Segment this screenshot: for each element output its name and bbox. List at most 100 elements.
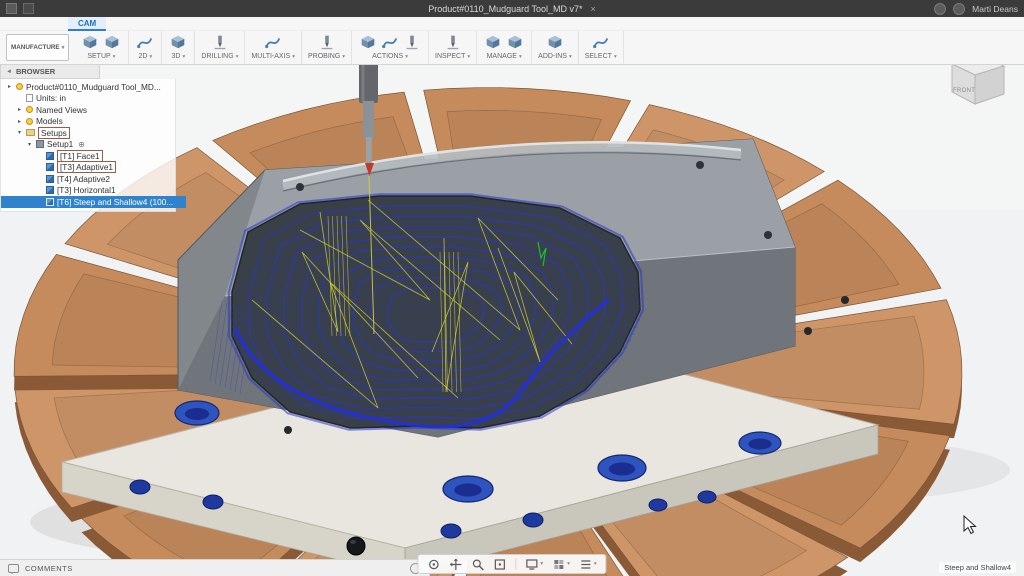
toolbar-group-actions: ACTIONS ▾ [352,31,430,64]
active-setup-icon: ⊕ [78,139,85,149]
probing-icon[interactable] [317,32,337,52]
collapse-panel-icon[interactable]: ◄ [6,69,12,75]
workspace-selector[interactable]: MANUFACTURE ▾ [6,34,70,61]
extensions-icon[interactable] [934,2,947,15]
drilling-icon[interactable] [210,32,230,52]
measure-icon[interactable] [443,32,463,52]
display-settings-icon[interactable]: ▾ [525,558,543,571]
browser-row-steep-and-shallow4[interactable]: [T6] Steep and Shallow4 (100... [1,196,186,208]
toolpath-icon [46,197,54,206]
toolbar: CAM MANUFACTURE ▾ SETUP ▾ 2D ▾ 3D ▾ DRIL… [0,17,1024,65]
toolpath-icon [46,174,54,183]
visibility-bulb-icon[interactable] [26,117,33,125]
fit-view-icon[interactable] [493,558,506,571]
collapse-icon[interactable]: ▾ [16,129,23,136]
chevron-down-icon: ▾ [112,53,116,60]
chevron-down-icon: ▾ [149,53,153,60]
browser-row-adaptive1[interactable]: [T3] Adaptive1 [1,161,175,174]
collapse-icon[interactable]: ▾ [26,141,33,148]
post-process-icon[interactable] [380,32,400,52]
toolbar-group-add-ins: ADD-INS ▾ [532,31,579,64]
chevron-down-icon: ▾ [518,53,522,60]
task-manager-icon[interactable] [505,32,525,52]
setup-icon [36,140,44,149]
document-title: Product#0110_Mudguard Tool_MD v7* [428,3,583,14]
document-tabstrip: CAM [0,17,1024,31]
orbit-icon[interactable] [427,558,440,571]
toolbar-group-inspect: INSPECT ▾ [429,31,478,64]
chevron-down-icon: ▾ [540,561,544,567]
toolpath-icon [46,186,54,195]
toolpath-icon [46,151,54,160]
chevron-down-icon: ▾ [235,53,239,60]
simulate-icon[interactable] [358,32,378,52]
toolbar-group-select: SELECT ▾ [579,31,624,64]
browser-header[interactable]: ◄ BROWSER [0,64,100,79]
browser-row-face1[interactable]: [T1] Face1 [1,149,175,162]
browser-row-adaptive2[interactable]: [T4] Adaptive2 [1,173,175,185]
toolbar-group-3d: 3D ▾ [162,31,196,64]
chevron-down-icon: ▾ [467,53,471,60]
units-icon [26,94,33,103]
user-name[interactable]: Marti Deans [972,4,1018,14]
zoom-icon[interactable] [471,558,484,571]
scripts-addins-icon[interactable] [545,32,565,52]
app-window-icon[interactable] [6,3,17,14]
chevron-down-icon: ▾ [593,561,597,567]
comment-bubble-icon [8,563,19,574]
toolbar-group-2d: 2D ▾ [129,31,163,64]
browser-row-named-views[interactable]: ▸ Named Views [1,104,175,116]
comments-bar[interactable]: COMMENTS [0,559,430,576]
chevron-down-icon: ▾ [182,53,186,60]
setups-folder-icon [26,129,35,137]
notifications-icon[interactable] [953,2,966,15]
active-operation-status: Steep and Shallow4 [939,562,1016,573]
close-document-icon[interactable]: × [591,4,596,14]
chevron-down-icon: ▾ [292,53,295,60]
toolbar-group-probing: PROBING ▾ [302,31,353,64]
toolpath-icon [46,163,54,172]
2d-milling-icon[interactable] [135,32,155,52]
browser-row-product[interactable]: ▸ Product#0110_Mudguard Tool_MD... [1,81,175,93]
chevron-down-icon: ▾ [613,53,617,60]
toolbar-group-multi-axis: MULTI-AXIS ▾ [245,31,302,64]
tool-library-icon[interactable] [483,32,503,52]
chevron-down-icon: ▾ [342,53,346,60]
browser-row-horizontal1[interactable]: [T3] Horizontal1 [1,185,175,197]
expand-icon[interactable]: ▸ [6,83,13,90]
select-icon[interactable] [591,32,611,52]
chevron-down-icon: ▾ [568,53,572,60]
view-navigation-bar: ▾ ▾ ▾ [417,554,607,574]
multi-axis-icon[interactable] [263,32,283,52]
browser-row-setup1[interactable]: ▾ Setup1 ⊕ [1,139,175,151]
chevron-down-icon: ▾ [567,561,570,567]
toolbar-group-manage: MANAGE ▾ [477,31,533,64]
titlebar: Product#0110_Mudguard Tool_MD v7* × Mart… [0,0,1024,17]
browser-row-units[interactable]: Units: in [1,93,175,105]
browser-tree: ▸ Product#0110_Mudguard Tool_MD... Units… [0,79,186,212]
toolbar-group-setup: SETUP ▾ [74,31,130,64]
stock-icon[interactable] [102,32,122,52]
viewcube-face-label: FRONT [953,88,975,94]
toolpath-cavity[interactable] [209,175,645,431]
browser-panel: ◄ BROWSER ▸ Product#0110_Mudguard Tool_M… [0,64,186,212]
setup-sheet-icon[interactable] [402,32,422,52]
app-window: ⌂ Z FRONT Product#0110_Mudguard Tool_MD … [0,0,1024,576]
chevron-down-icon: ▾ [61,44,65,51]
tab-cam[interactable]: CAM [68,17,107,31]
grid-settings-icon[interactable]: ▾ [552,558,570,571]
viewports-icon[interactable]: ▾ [579,558,597,571]
setup-icon[interactable] [80,32,100,52]
expand-icon[interactable]: ▸ [16,106,23,113]
app-grid-icon[interactable] [23,3,34,14]
visibility-bulb-icon[interactable] [26,106,33,114]
divider [515,558,517,570]
visibility-bulb-icon[interactable] [16,83,23,91]
3d-milling-icon[interactable] [168,32,188,52]
pan-icon[interactable] [449,558,462,571]
toolbar-group-drilling: DRILLING ▾ [195,31,246,64]
chevron-down-icon: ▾ [405,53,408,60]
expand-icon[interactable]: ▸ [16,118,23,125]
browser-row-models[interactable]: ▸ Models [1,116,175,128]
browser-row-setups[interactable]: ▾ Setups [1,126,175,139]
